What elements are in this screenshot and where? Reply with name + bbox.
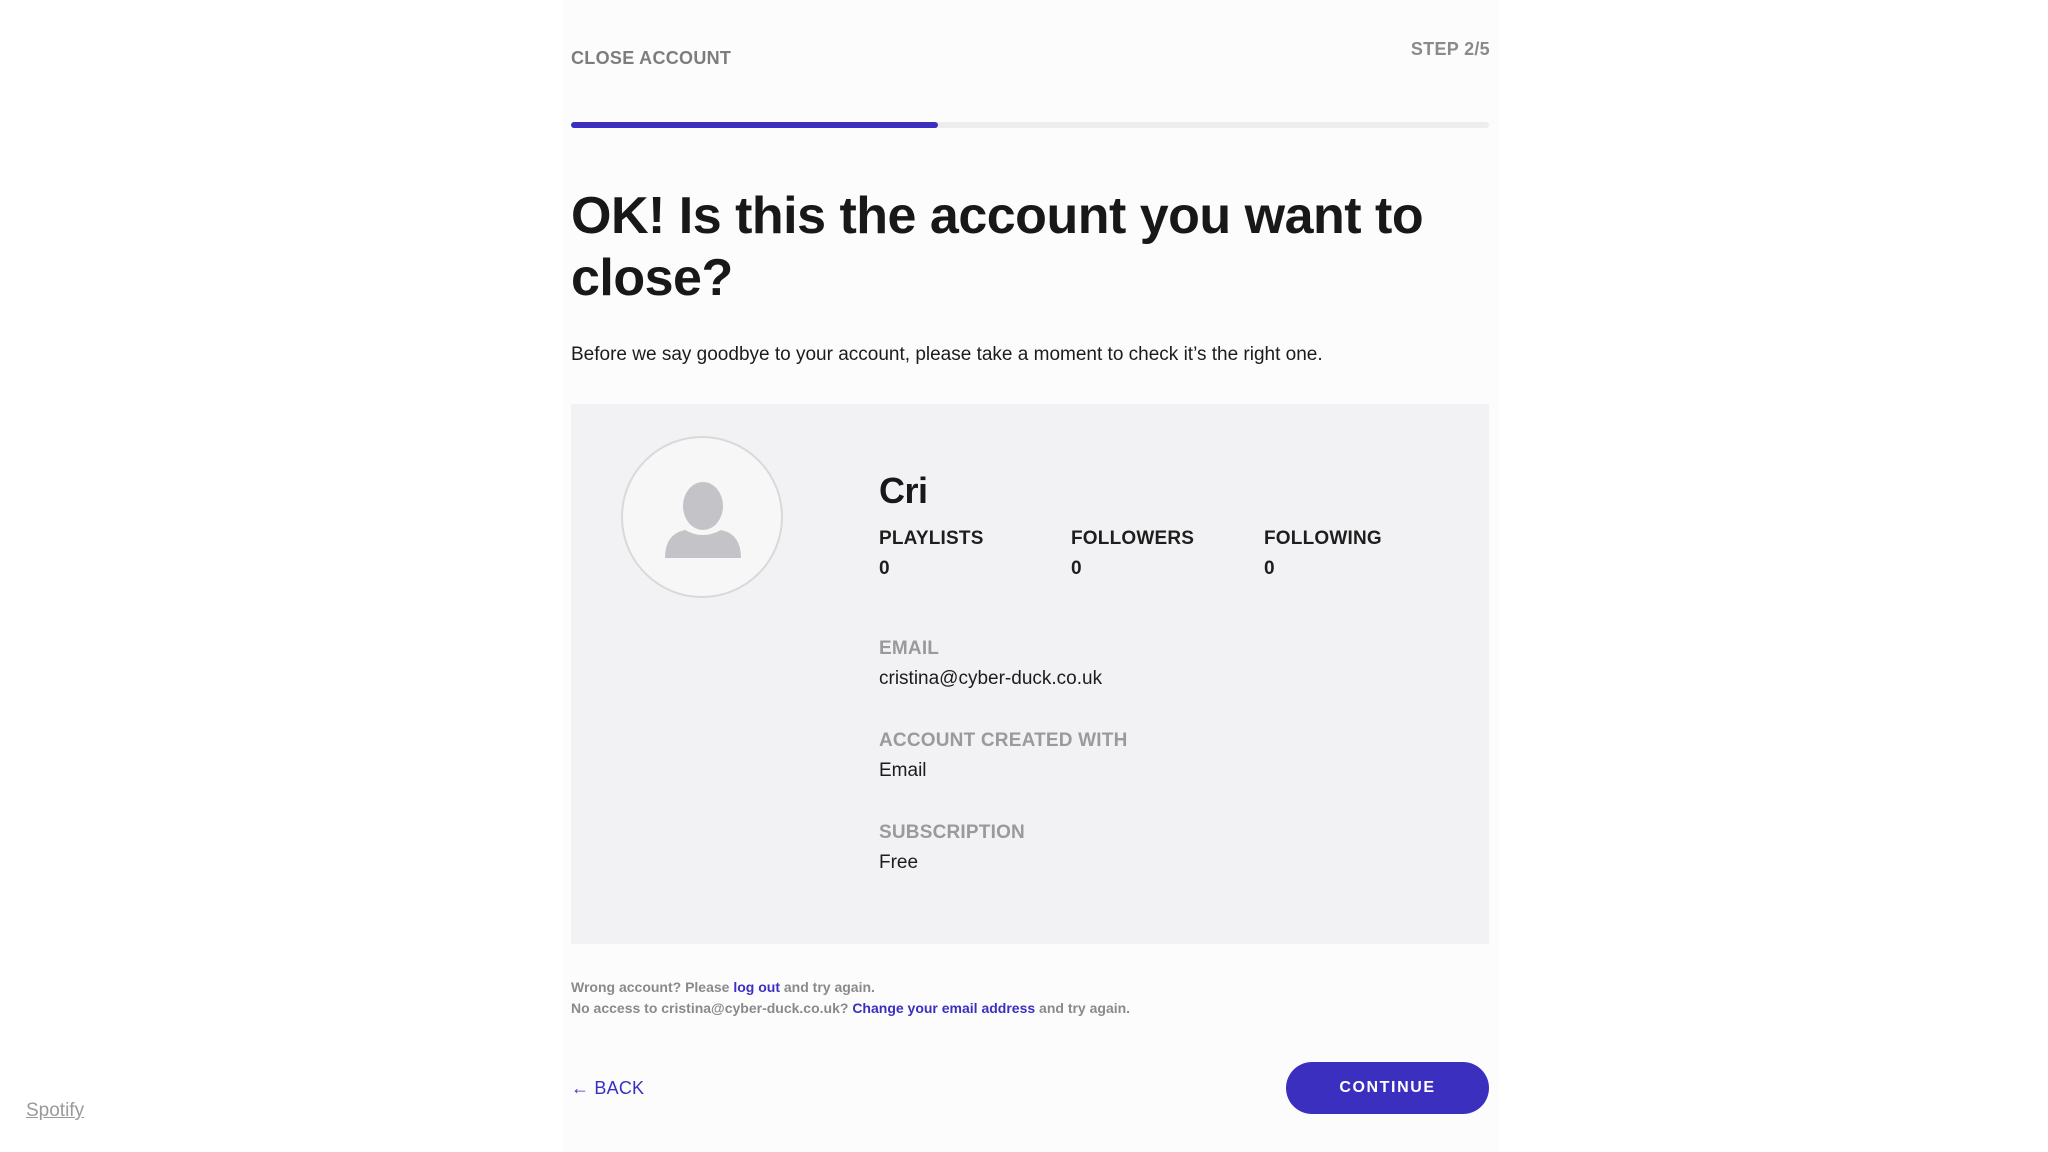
stat-value: 0 (879, 558, 890, 579)
field-value: cristina@cyber-duck.co.uk (879, 668, 1103, 689)
back-button[interactable]: ← BACK (571, 1078, 644, 1099)
stat-value: 0 (1264, 558, 1275, 579)
avatar (621, 436, 783, 598)
help-text-suffix: and try again. (1039, 1000, 1131, 1016)
stat-following: FOLLOWING 0 (1264, 528, 1382, 580)
stat-label: PLAYLISTS (879, 528, 984, 549)
help-text-suffix: and try again. (783, 979, 875, 995)
intro-text: Before we say goodbye to your account, p… (571, 344, 1323, 365)
progress-bar-fill (571, 122, 939, 128)
stat-label: FOLLOWERS (1071, 528, 1195, 549)
account-card: Cri PLAYLISTS 0 FOLLOWERS 0 FOLLOWING 0 … (571, 404, 1489, 944)
profile-name: Cri (879, 470, 928, 511)
log-out-link[interactable]: log out (733, 979, 780, 995)
field-account-created-with: ACCOUNT CREATED WITH Email (879, 730, 1128, 782)
page-title: OK! Is this the account you want to clos… (571, 187, 1424, 307)
stat-followers: FOLLOWERS 0 (1071, 528, 1194, 580)
spotify-footer-link[interactable]: Spotify (26, 1100, 84, 1122)
step-indicator: STEP 2/5 (1410, 39, 1490, 59)
change-email-link[interactable]: Change your email address (852, 1000, 1035, 1016)
user-silhouette-icon (665, 482, 741, 558)
continue-button[interactable]: CONTINUE (1286, 1062, 1489, 1114)
field-label: EMAIL (879, 638, 940, 659)
help-text: Wrong account? Please log out and try ag… (571, 977, 1130, 1019)
stat-value: 0 (1071, 558, 1082, 579)
section-label: CLOSE ACCOUNT (571, 48, 732, 68)
no-access-line: No access to cristina@cyber-duck.co.uk? … (571, 998, 1130, 1019)
wrong-account-line: Wrong account? Please log out and try ag… (571, 977, 1130, 998)
field-subscription: SUBSCRIPTION Free (879, 822, 1025, 874)
close-account-page: CLOSE ACCOUNT STEP 2/5 OK! Is this the a… (0, 0, 2048, 1152)
help-text-prefix: Wrong account? Please (571, 979, 730, 995)
progress-bar (571, 122, 1489, 128)
stat-playlists: PLAYLISTS 0 (879, 528, 984, 580)
field-value: Email (879, 760, 927, 781)
field-email: EMAIL cristina@cyber-duck.co.uk (879, 638, 1102, 690)
field-value: Free (879, 852, 919, 873)
field-label: ACCOUNT CREATED WITH (879, 730, 1128, 751)
help-text-prefix: No access to cristina@cyber-duck.co.uk? (571, 1000, 849, 1016)
field-label: SUBSCRIPTION (879, 822, 1025, 843)
stat-label: FOLLOWING (1264, 528, 1382, 549)
